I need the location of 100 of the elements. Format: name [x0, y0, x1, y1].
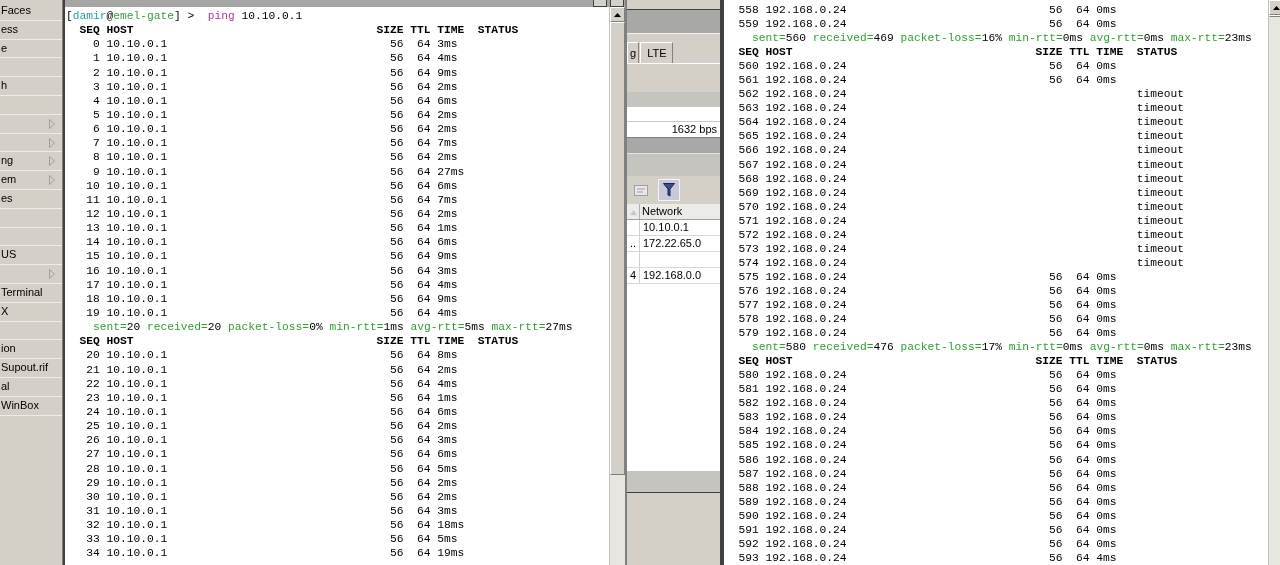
ping-reply-line: 562 192.168.0.24 timeout	[737, 87, 1185, 102]
ping-reply-line: 586 192.168.0.24 56 64 0ms	[737, 452, 1117, 467]
menu-item[interactable]: ng	[0, 152, 62, 172]
column-header-line: SEQ HOST SIZE TTL TIME STATUS	[78, 23, 519, 38]
column-header-line: SEQ HOST SIZE TTL TIME STATUS	[737, 354, 1178, 369]
table-cell: 4	[630, 269, 637, 281]
ping-reply-line: 32 10.10.0.1 56 64 18ms	[85, 518, 465, 533]
ping-reply-line: 29 10.10.0.1 56 64 2ms	[85, 475, 458, 490]
ping-reply-line: 560 192.168.0.24 56 64 0ms	[737, 59, 1117, 74]
ping-reply-line: 22 10.10.0.1 56 64 4ms	[85, 376, 458, 391]
ping-summary-line: sent=580 received=476 packet-loss=17% min-rtt=0ms avg-rtt=0ms max-rtt=23ms	[751, 340, 1252, 355]
ping-reply-line: 563 192.168.0.24 timeout	[737, 101, 1185, 116]
ping-reply-line: 582 192.168.0.24 56 64 0ms	[737, 396, 1117, 411]
ping-reply-line: 564 192.168.0.24 timeout	[737, 115, 1185, 130]
submenu-arrow-icon	[49, 175, 55, 186]
ping-reply-line: 1 10.10.0.1 56 64 4ms	[92, 51, 458, 66]
ping-reply-line: 0 10.10.0.1 56 64 3ms	[92, 37, 458, 52]
ping-reply-line: 2 10.10.0.1 56 64 9ms	[92, 65, 458, 80]
ping-reply-line: 568 192.168.0.24 timeout	[737, 171, 1185, 186]
menu-item[interactable]: ess	[0, 20, 62, 40]
scroll-up-button[interactable]	[610, 7, 625, 22]
menu-item[interactable]: US	[0, 246, 62, 266]
ping-reply-line: 578 192.168.0.24 56 64 0ms	[737, 312, 1117, 327]
note-icon	[634, 184, 648, 196]
scrollbar[interactable]	[609, 7, 625, 565]
ping-reply-line: 591 192.168.0.24 56 64 0ms	[737, 522, 1117, 537]
ping-reply-line: 14 10.10.0.1 56 64 6ms	[85, 235, 458, 250]
ping-reply-line: 574 192.168.0.24 timeout	[737, 255, 1185, 270]
ping-reply-line: 9 10.10.0.1 56 64 27ms	[92, 164, 465, 179]
title-bar-button[interactable]	[593, 0, 607, 7]
title-bar-button[interactable]	[610, 0, 624, 7]
ping-reply-line: 18 10.10.0.1 56 64 9ms	[85, 291, 458, 306]
ping-reply-line: 583 192.168.0.24 56 64 0ms	[737, 410, 1117, 425]
ping-reply-line: 580 192.168.0.24 56 64 0ms	[737, 368, 1117, 383]
submenu-arrow-icon	[49, 137, 55, 148]
ping-reply-line: 30 10.10.0.1 56 64 2ms	[85, 489, 458, 504]
tab[interactable]: LTE	[640, 42, 674, 63]
ping-reply-line: 585 192.168.0.24 56 64 0ms	[737, 438, 1117, 453]
table-cell: 172.22.65.0	[643, 237, 702, 249]
ping-reply-line: 570 192.168.0.24 timeout	[737, 199, 1185, 214]
menu-item[interactable]: e	[0, 39, 62, 59]
ping-reply-line: 20 10.10.0.1 56 64 8ms	[85, 348, 458, 363]
menu-item[interactable]: ion	[0, 340, 62, 360]
menu-item[interactable]: WinBox	[0, 396, 62, 416]
submenu-arrow-icon	[49, 118, 55, 129]
ping-reply-line: 21 10.10.0.1 56 64 2ms	[85, 362, 458, 377]
menu-item[interactable]: X	[0, 302, 62, 322]
ping-reply-line: 6 10.10.0.1 56 64 2ms	[92, 122, 458, 137]
ping-reply-line: 590 192.168.0.24 56 64 0ms	[737, 508, 1117, 523]
ping-reply-line: 561 192.168.0.24 56 64 0ms	[737, 73, 1117, 88]
ping-reply-line: 558 192.168.0.24 56 64 0ms	[737, 3, 1117, 18]
menu-item[interactable]: Terminal	[0, 283, 62, 303]
submenu-arrow-icon	[49, 269, 55, 280]
ping-reply-line: 566 192.168.0.24 timeout	[737, 143, 1185, 158]
ping-reply-line: 573 192.168.0.24 timeout	[737, 241, 1185, 256]
ping-reply-line: 569 192.168.0.24 timeout	[737, 185, 1185, 200]
column-header-line: SEQ HOST SIZE TTL TIME STATUS	[78, 334, 519, 349]
ping-reply-line: 567 192.168.0.24 timeout	[737, 157, 1185, 172]
ping-reply-line: 15 10.10.0.1 56 64 9ms	[85, 249, 458, 264]
ping-reply-line: 13 10.10.0.1 56 64 1ms	[85, 221, 458, 236]
ping-reply-line: 5 10.10.0.1 56 64 2ms	[92, 108, 458, 123]
ping-reply-line: 589 192.168.0.24 56 64 0ms	[737, 494, 1117, 509]
ping-reply-line: 34 10.10.0.1 56 64 19ms	[85, 546, 465, 561]
ping-reply-line: 575 192.168.0.24 56 64 0ms	[737, 269, 1117, 284]
ping-reply-line: 26 10.10.0.1 56 64 3ms	[85, 433, 458, 448]
menu-item[interactable]: al	[0, 377, 62, 397]
filter-button[interactable]	[658, 179, 680, 201]
tab[interactable]: g	[627, 42, 640, 63]
ping-reply-line: 23 10.10.0.1 56 64 1ms	[85, 390, 458, 405]
scrollbar[interactable]	[1268, 0, 1280, 565]
ping-reply-line: 16 10.10.0.1 56 64 3ms	[85, 263, 458, 278]
ping-reply-line: 33 10.10.0.1 56 64 5ms	[85, 532, 458, 547]
menu-item[interactable]: es	[0, 189, 62, 209]
menu-item[interactable]: em	[0, 171, 62, 190]
ping-reply-line: 31 10.10.0.1 56 64 3ms	[85, 503, 458, 519]
column-header-line: SEQ HOST SIZE TTL TIME STATUS	[737, 45, 1178, 60]
submenu-arrow-icon	[49, 156, 55, 167]
ping-reply-line: 27 10.10.0.1 56 64 6ms	[85, 447, 458, 462]
menu-item[interactable]: Supout.rif	[0, 359, 62, 378]
ping-summary-line: sent=20 received=20 packet-loss=0% min-rtt=1ms avg-rtt=5ms max-rtt=27ms	[92, 320, 573, 335]
ping-reply-line: 593 192.168.0.24 56 64 4ms	[737, 550, 1117, 565]
ping-reply-line: 24 10.10.0.1 56 64 6ms	[85, 404, 458, 420]
ping-reply-line: 584 192.168.0.24 56 64 0ms	[737, 424, 1117, 439]
ping-reply-line: 4 10.10.0.1 56 64 6ms	[92, 93, 458, 108]
ping-reply-line: 572 192.168.0.24 timeout	[737, 227, 1185, 242]
scroll-up-icon	[1273, 5, 1280, 10]
table-cell: 10.10.0.1	[643, 221, 689, 233]
ping-reply-line: 592 192.168.0.24 56 64 0ms	[737, 536, 1117, 551]
ping-reply-line: 581 192.168.0.24 56 64 0ms	[737, 382, 1117, 397]
command-line: [damir@emel-gate] > ping 10.10.0.1	[66, 9, 303, 24]
menu-item[interactable]: Faces	[0, 2, 62, 21]
table-cell: 192.168.0.0	[643, 269, 702, 281]
ping-reply-line: 12 10.10.0.1 56 64 2ms	[85, 206, 458, 222]
menu-item[interactable]: h	[0, 77, 62, 96]
filter-icon	[663, 183, 675, 197]
table-cell: ..	[630, 237, 637, 249]
scroll-up-button[interactable]	[1269, 0, 1280, 15]
ping-reply-line: 579 192.168.0.24 56 64 0ms	[737, 326, 1117, 341]
rate-value: 1632 bps	[671, 123, 717, 135]
sort-arrow-icon	[630, 210, 637, 215]
